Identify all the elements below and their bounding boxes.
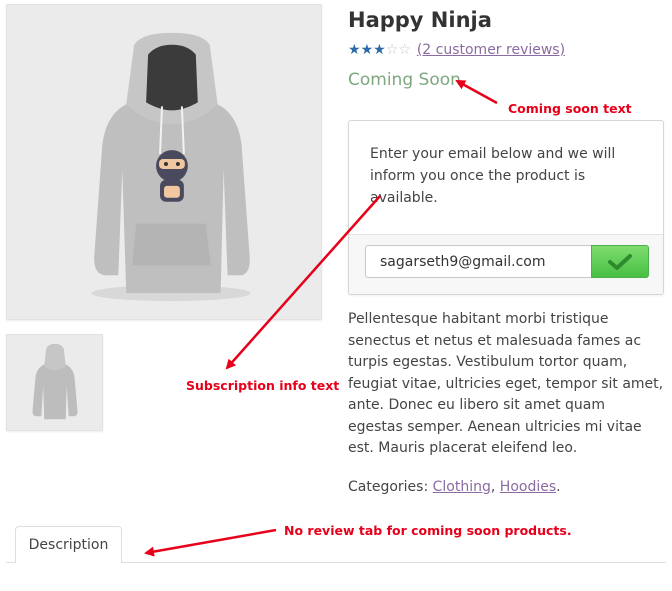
checkmark-icon bbox=[608, 253, 632, 270]
product-categories: Categories: Clothing, Hoodies. bbox=[348, 479, 561, 495]
star-empty-icon: ☆ bbox=[385, 42, 399, 58]
tab-description[interactable]: Description bbox=[15, 526, 122, 563]
star-rating: ★ ★ ★ ☆ ☆ bbox=[348, 43, 411, 57]
category-link-clothing[interactable]: Clothing bbox=[433, 479, 491, 495]
product-rating: ★ ★ ★ ☆ ☆ (2 customer reviews) bbox=[348, 42, 565, 58]
customer-reviews-link[interactable]: (2 customer reviews) bbox=[417, 42, 565, 58]
coming-soon-status: Coming Soon bbox=[348, 70, 461, 90]
arrow-no-review bbox=[144, 528, 277, 557]
hoodie-back-thumbnail bbox=[7, 335, 102, 430]
email-input[interactable] bbox=[365, 245, 591, 278]
product-thumbnail[interactable] bbox=[6, 334, 103, 431]
subscribe-submit-button[interactable] bbox=[591, 245, 649, 278]
category-separator: , bbox=[490, 479, 496, 495]
annotation-coming-soon: Coming soon text bbox=[508, 101, 632, 116]
categories-end: . bbox=[556, 479, 561, 495]
star-filled-icon: ★ bbox=[360, 42, 374, 58]
star-filled-icon: ★ bbox=[373, 42, 386, 58]
product-title: Happy Ninja bbox=[348, 8, 492, 32]
annotation-no-review: No review tab for coming soon products. bbox=[284, 523, 572, 538]
product-main-image[interactable] bbox=[6, 4, 322, 320]
star-empty-icon: ☆ bbox=[398, 42, 411, 58]
subscription-box: Enter your email below and we will infor… bbox=[348, 120, 664, 295]
subscription-info-text: Enter your email below and we will infor… bbox=[370, 146, 616, 206]
arrow-coming-soon bbox=[455, 79, 498, 105]
product-short-description: Pellentesque habitant morbi tristique se… bbox=[348, 311, 664, 456]
star-filled-icon: ★ bbox=[348, 42, 361, 58]
categories-label: Categories: bbox=[348, 479, 429, 495]
hoodie-image bbox=[7, 5, 321, 319]
annotation-subscription: Subscription info text bbox=[186, 378, 340, 393]
category-link-hoodies[interactable]: Hoodies bbox=[500, 479, 556, 495]
